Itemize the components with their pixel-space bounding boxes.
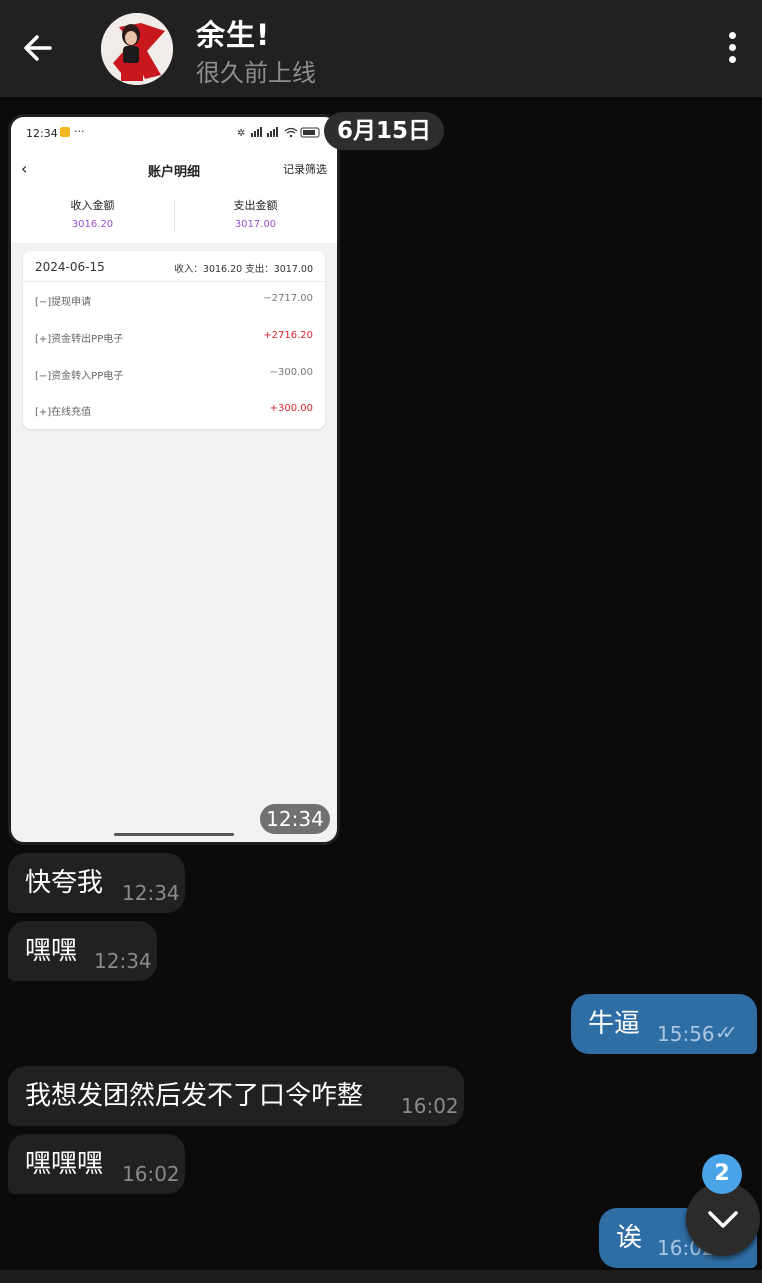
- chat-title[interactable]: 余生!: [196, 12, 270, 54]
- message-text: 我想发团然后发不了口令咋整: [25, 1081, 364, 1111]
- chat-header: 余生! 很久前上线: [0, 0, 762, 97]
- screenshot-status-bar: 12:34 ··· ✲: [11, 117, 337, 149]
- kebab-menu-icon[interactable]: [722, 32, 742, 66]
- arrow-left-icon[interactable]: [20, 30, 56, 66]
- message-text: 嘿嘿嘿: [25, 1149, 104, 1179]
- message-text: 诶: [616, 1223, 643, 1253]
- notification-icon: [60, 127, 70, 137]
- photo-timestamp: 12:34: [260, 804, 330, 834]
- signal-wifi-battery-icon: ✲: [237, 127, 320, 138]
- transaction-label: [+]资金转出PP电子: [35, 334, 124, 345]
- message-incoming[interactable]: 嘿嘿 12:34: [8, 921, 157, 981]
- svg-text:✲: ✲: [237, 128, 245, 138]
- message-text: 嘿嘿: [25, 936, 78, 966]
- message-time: 16:02: [401, 1094, 459, 1118]
- screenshot-nav-bar: ‹ 账户明细 记录筛选: [11, 149, 337, 191]
- income-value: 3016.20: [71, 219, 114, 230]
- message-incoming[interactable]: 嘿嘿嘿 16:02: [8, 1134, 185, 1194]
- photo-message[interactable]: 12:34 ··· ✲ ‹ 账户明细 记录筛选 收入金额 3016.20 支出金…: [8, 114, 340, 845]
- transaction-row: [+]资金转出PP电子 +2716.20: [35, 330, 313, 350]
- message-time: 12:34: [122, 881, 180, 905]
- card-header: 2024-06-15 收入：3016.20 支出：3017.00: [23, 251, 325, 282]
- message-incoming[interactable]: 快夸我 12:34: [8, 853, 185, 913]
- income-label: 收入金额: [70, 199, 115, 212]
- message-time: 16:02: [122, 1162, 180, 1186]
- screenshot-transaction-card: 2024-06-15 收入：3016.20 支出：3017.00 [−]提现申请…: [23, 251, 325, 429]
- transaction-amount: −2717.00: [263, 293, 313, 304]
- transaction-amount: +2716.20: [263, 330, 313, 341]
- message-time: 12:34: [94, 949, 152, 973]
- unread-count-badge: 2: [702, 1154, 742, 1194]
- bottom-bar: [0, 1270, 762, 1283]
- transaction-row: [−]资金转入PP电子 −300.00: [35, 367, 313, 387]
- date-chip: 6月15日: [324, 112, 445, 150]
- card-date: 2024-06-15: [35, 260, 105, 274]
- last-seen-status: 很久前上线: [196, 59, 316, 87]
- screenshot-home-indicator: [114, 833, 234, 836]
- transaction-row: [−]提现申请 −2717.00: [35, 293, 313, 313]
- expense-value: 3017.00: [234, 219, 277, 230]
- expense-summary: 支出金额 3017.00: [174, 197, 337, 230]
- message-outgoing[interactable]: 牛逼 15:56 ✓✓: [571, 994, 757, 1054]
- screenshot-status-time: 12:34: [26, 127, 58, 140]
- message-text: 快夸我: [25, 868, 104, 898]
- transaction-amount: −300.00: [269, 367, 313, 378]
- card-summary: 收入：3016.20 支出：3017.00: [174, 264, 313, 275]
- message-incoming[interactable]: 我想发团然后发不了口令咋整 16:02: [8, 1066, 464, 1126]
- double-check-icon: ✓✓: [715, 1022, 738, 1044]
- transaction-label: [−]资金转入PP电子: [35, 371, 124, 382]
- income-summary: 收入金额 3016.20: [11, 197, 174, 230]
- transaction-row: [+]在线充值 +300.00: [35, 403, 313, 423]
- message-time: 15:56: [657, 1022, 715, 1046]
- screenshot-summary: 收入金额 3016.20 支出金额 3017.00: [11, 191, 337, 243]
- status-dots: ···: [74, 125, 85, 138]
- transaction-amount: +300.00: [269, 403, 313, 414]
- avatar[interactable]: [101, 13, 173, 85]
- message-text: 牛逼: [588, 1009, 641, 1039]
- transaction-label: [−]提现申请: [35, 297, 92, 308]
- transaction-label: [+]在线充值: [35, 407, 92, 418]
- screenshot-filter-link: 记录筛选: [283, 163, 327, 176]
- expense-label: 支出金额: [233, 199, 278, 212]
